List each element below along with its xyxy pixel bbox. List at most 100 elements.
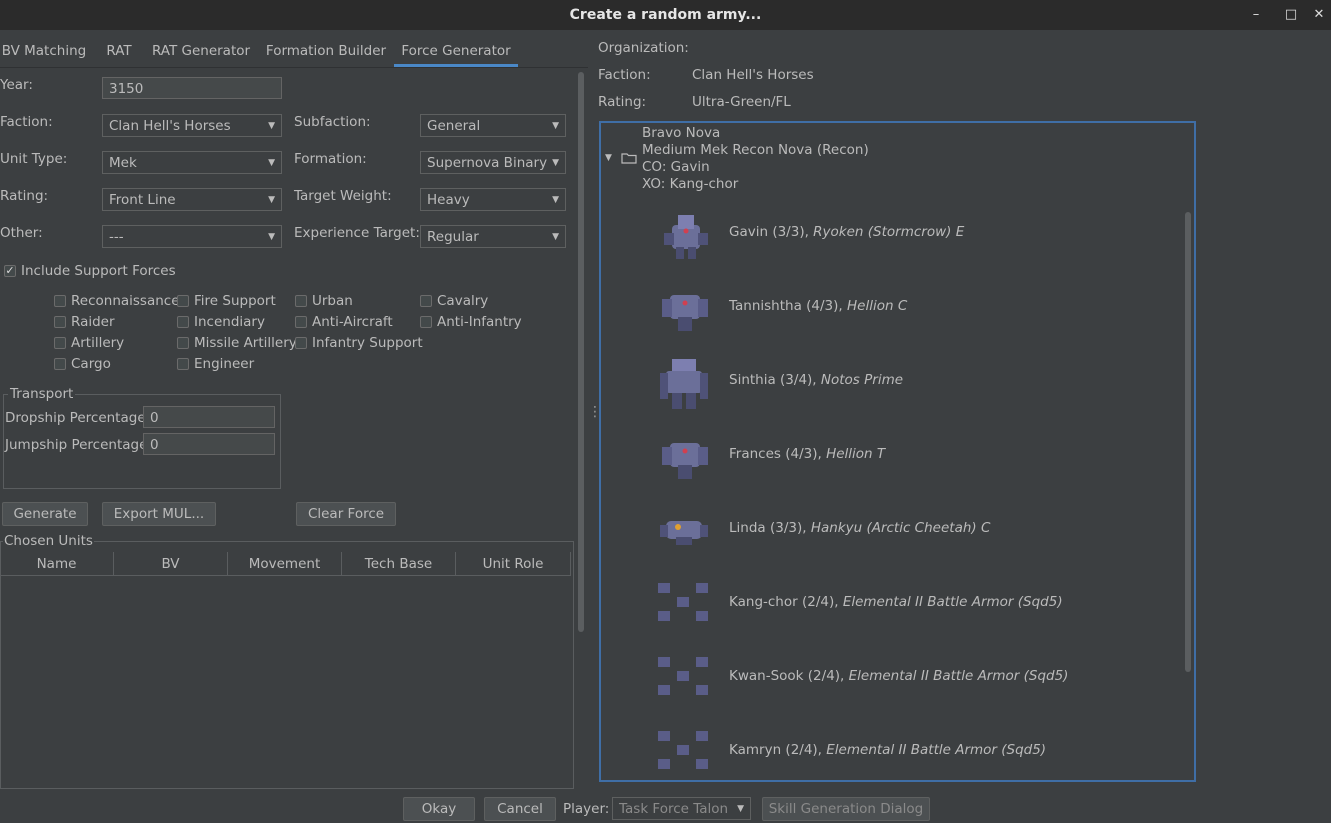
close-button[interactable]: ✕ xyxy=(1310,6,1328,24)
other-select[interactable]: --- ▼ xyxy=(102,225,282,248)
fire-support-checkbox[interactable] xyxy=(177,295,189,307)
engineer-checkbox[interactable] xyxy=(177,358,189,370)
unit-label: Sinthia (3/4), Notos Prime xyxy=(729,372,903,388)
summary-rating-value: Ultra-Green/FL xyxy=(692,94,791,110)
rating-label: Rating: xyxy=(0,188,49,204)
column-header-movement[interactable]: Movement xyxy=(228,552,342,576)
tab-formation-builder[interactable]: Formation Builder xyxy=(262,36,390,66)
tab-force-generator[interactable]: Force Generator xyxy=(394,36,518,67)
okay-button[interactable]: Okay xyxy=(403,797,475,821)
raider-label: Raider xyxy=(71,314,115,330)
subfaction-select[interactable]: General ▼ xyxy=(420,114,566,137)
reconnaissance-checkbox[interactable] xyxy=(54,295,66,307)
dropship-input[interactable]: 0 xyxy=(143,406,275,428)
rating-select[interactable]: Front Line ▼ xyxy=(102,188,282,211)
jumpship-input[interactable]: 0 xyxy=(143,433,275,455)
unit-label: Frances (4/3), Hellion T xyxy=(729,446,885,462)
unit-model: Ryoken (Stormcrow) E xyxy=(813,224,965,240)
unit-type-select[interactable]: Mek ▼ xyxy=(102,151,282,174)
left-scrollbar[interactable] xyxy=(578,72,584,632)
cargo-checkbox[interactable] xyxy=(54,358,66,370)
year-input[interactable]: 3150 xyxy=(102,77,282,99)
player-value: Task Force Talon xyxy=(619,801,729,817)
incendiary-checkbox[interactable] xyxy=(177,316,189,328)
force-tree[interactable]: ▼ Bravo Nova Medium Mek Recon Nova (Reco… xyxy=(599,121,1196,782)
incendiary-label: Incendiary xyxy=(194,314,265,330)
missile-artillery-checkbox[interactable] xyxy=(177,337,189,349)
clear-force-button[interactable]: Clear Force xyxy=(296,502,396,526)
maximize-button[interactable]: □ xyxy=(1282,6,1300,24)
experience-target-select[interactable]: Regular ▼ xyxy=(420,225,566,248)
unit-pilot: Tannishtha (4/3), xyxy=(729,298,847,314)
unit-pilot: Sinthia (3/4), xyxy=(729,372,821,388)
summary-faction-label: Faction: xyxy=(598,67,651,83)
unit-row[interactable]: Frances (4/3), Hellion T xyxy=(601,419,1171,493)
minimize-button[interactable]: – xyxy=(1247,6,1265,24)
unit-model: Elemental II Battle Armor (Sqd5) xyxy=(826,742,1047,758)
tab-bv-matching[interactable]: BV Matching xyxy=(0,36,88,66)
raider-checkbox[interactable] xyxy=(54,316,66,328)
anti-aircraft-label: Anti-Aircraft xyxy=(312,314,393,330)
chevron-down-icon: ▼ xyxy=(552,158,559,168)
cancel-button[interactable]: Cancel xyxy=(484,797,556,821)
unit-type-label: Unit Type: xyxy=(0,151,68,167)
check-icon: ✓ xyxy=(5,264,15,277)
tree-scrollbar[interactable] xyxy=(1185,212,1191,672)
unit-row[interactable]: Kang-chor (2/4), Elemental II Battle Arm… xyxy=(601,567,1171,641)
faction-select[interactable]: Clan Hell's Horses ▼ xyxy=(102,114,282,137)
jumpship-label: Jumpship Percentage: xyxy=(5,437,152,453)
expand-arrow-icon[interactable]: ▼ xyxy=(605,153,612,163)
unit-label: Kamryn (2/4), Elemental II Battle Armor … xyxy=(729,742,1046,758)
formation-select[interactable]: Supernova Binary ▼ xyxy=(420,151,566,174)
column-header-unit-role[interactable]: Unit Role xyxy=(456,552,571,576)
unit-row[interactable]: Tannishtha (4/3), Hellion C xyxy=(601,271,1171,345)
anti-infantry-label: Anti-Infantry xyxy=(437,314,522,330)
window-title: Create a random army... xyxy=(569,7,762,23)
folder-icon xyxy=(621,153,637,164)
engineer-label: Engineer xyxy=(194,356,255,372)
column-header-bv[interactable]: BV xyxy=(114,552,228,576)
skill-generation-dialog-button[interactable]: Skill Generation Dialog xyxy=(762,797,930,821)
export-mul-button[interactable]: Export MUL... xyxy=(102,502,216,526)
chosen-units-panel xyxy=(0,541,574,789)
urban-checkbox[interactable] xyxy=(295,295,307,307)
chevron-down-icon: ▼ xyxy=(552,195,559,205)
cavalry-checkbox[interactable] xyxy=(420,295,432,307)
tab-rat[interactable]: RAT xyxy=(96,36,142,66)
player-select[interactable]: Task Force Talon ▼ xyxy=(612,797,751,820)
anti-aircraft-checkbox[interactable] xyxy=(295,316,307,328)
chevron-down-icon: ▼ xyxy=(552,121,559,131)
target-weight-select[interactable]: Heavy ▼ xyxy=(420,188,566,211)
unit-label: Tannishtha (4/3), Hellion C xyxy=(729,298,907,314)
unit-row[interactable]: Gavin (3/3), Ryoken (Stormcrow) E xyxy=(601,197,1171,271)
artillery-checkbox[interactable] xyxy=(54,337,66,349)
unit-row[interactable]: Kwan-Sook (2/4), Elemental II Battle Arm… xyxy=(601,641,1171,715)
minimize-icon: – xyxy=(1252,7,1260,22)
rating-value: Front Line xyxy=(109,192,176,208)
cavalry-label: Cavalry xyxy=(437,293,489,309)
anti-infantry-checkbox[interactable] xyxy=(420,316,432,328)
unit-row[interactable]: Sinthia (3/4), Notos Prime xyxy=(601,345,1171,419)
subfaction-value: General xyxy=(427,118,481,134)
tab-rat-generator[interactable]: RAT Generator xyxy=(148,36,254,66)
organization-label: Organization: xyxy=(598,40,689,56)
year-label: Year: xyxy=(0,77,33,93)
unit-model: Hankyu (Arctic Cheetah) C xyxy=(810,520,991,536)
faction-value: Clan Hell's Horses xyxy=(109,118,231,134)
unit-model: Hellion T xyxy=(826,446,886,462)
urban-label: Urban xyxy=(312,293,353,309)
player-label: Player: xyxy=(563,801,610,817)
mech-icon xyxy=(662,443,708,479)
force-node-label[interactable]: Bravo Nova Medium Mek Recon Nova (Recon)… xyxy=(642,125,869,193)
column-header-tech-base[interactable]: Tech Base xyxy=(342,552,456,576)
chevron-down-icon: ▼ xyxy=(268,158,275,168)
column-header-name[interactable]: Name xyxy=(0,552,114,576)
unit-label: Kwan-Sook (2/4), Elemental II Battle Arm… xyxy=(729,668,1068,684)
generate-button[interactable]: Generate xyxy=(2,502,88,526)
mech-icon xyxy=(664,215,708,259)
force-node-formation: Medium Mek Recon Nova (Recon) xyxy=(642,142,869,158)
infantry-support-checkbox[interactable] xyxy=(295,337,307,349)
unit-row[interactable]: Kamryn (2/4), Elemental II Battle Armor … xyxy=(601,715,1171,789)
include-support-checkbox[interactable]: ✓ xyxy=(4,265,16,277)
unit-row[interactable]: Linda (3/3), Hankyu (Arctic Cheetah) C xyxy=(601,493,1171,567)
